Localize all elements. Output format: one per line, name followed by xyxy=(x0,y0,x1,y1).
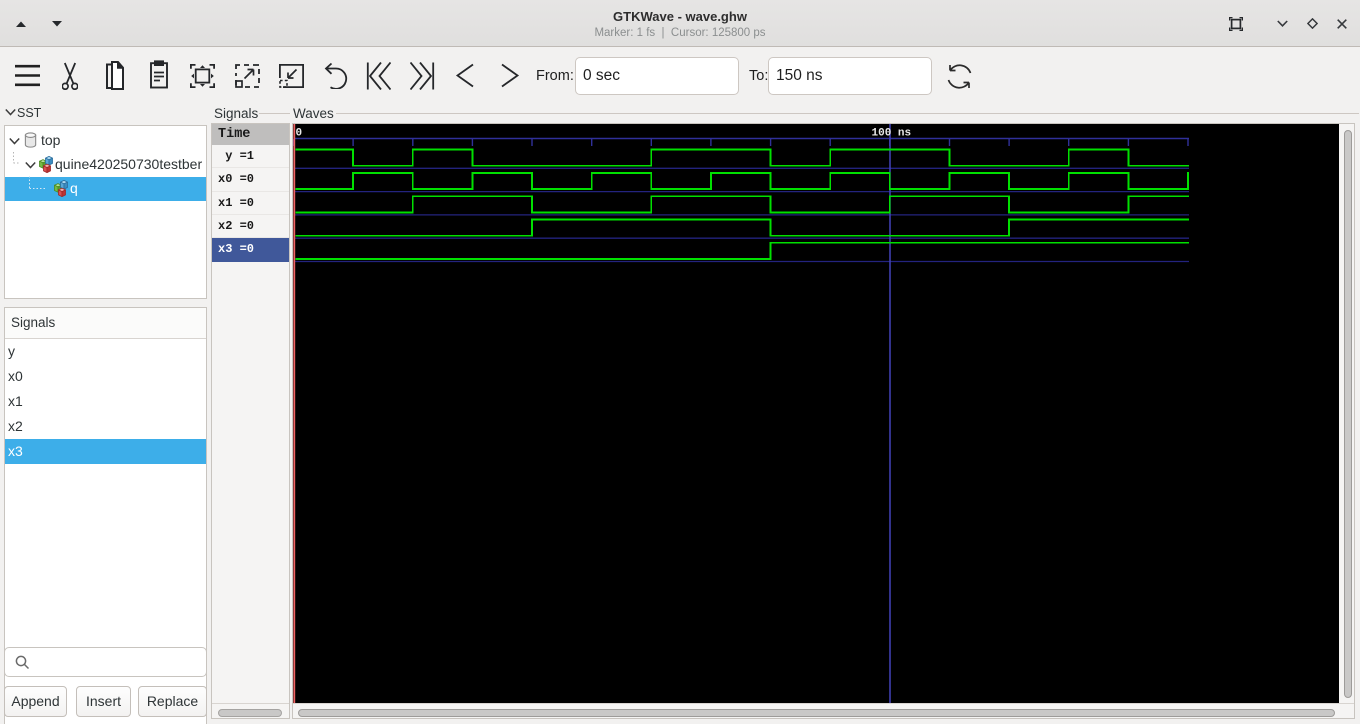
svg-text:0: 0 xyxy=(296,128,303,140)
svg-text:100 ns: 100 ns xyxy=(872,128,912,140)
